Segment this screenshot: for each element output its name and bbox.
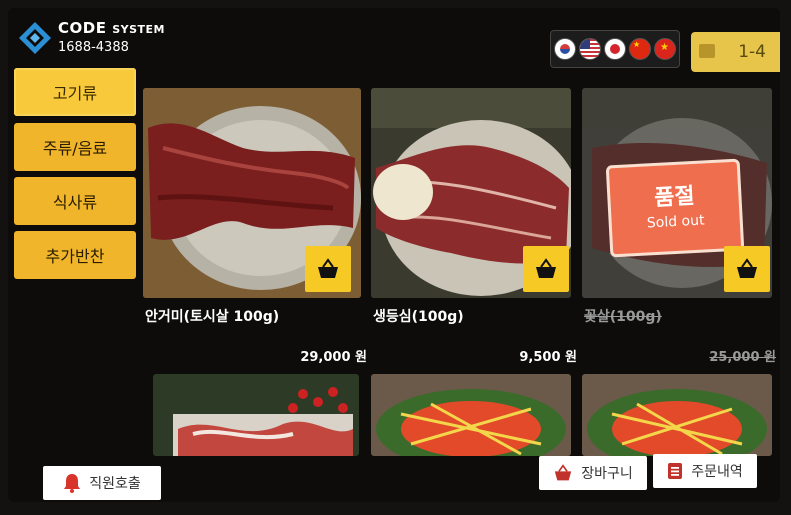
menu-card[interactable] — [371, 374, 571, 456]
menu-photo — [153, 374, 359, 456]
menu-price: 25,000 원 — [709, 350, 776, 365]
brand: CODE SYSTEM 1688-4388 — [18, 20, 165, 56]
sold-out-badge-ko: 품절 — [653, 183, 696, 212]
brand-title: CODE SYSTEM — [58, 20, 165, 38]
order-history-label: 주문내역 — [691, 464, 743, 480]
bell-icon — [64, 474, 81, 493]
brand-title-sub: SYSTEM — [112, 23, 165, 36]
cart-label: 장바구니 — [581, 466, 633, 482]
receipt-icon — [668, 463, 683, 479]
brand-phone: 1688-4388 — [58, 40, 129, 55]
basket-icon — [555, 464, 572, 481]
basket-icon — [536, 258, 556, 278]
sold-out-badge-en: Sold out — [646, 212, 705, 232]
category-label: 고기류 — [52, 84, 98, 103]
menu-name: 안거미(토시살 100g) — [145, 309, 280, 325]
category-label: 식사류 — [52, 193, 98, 212]
japan-flag-icon[interactable] — [604, 38, 626, 60]
korean-flag-icon[interactable] — [554, 38, 576, 60]
call-staff-button[interactable]: 직원호출 — [43, 466, 161, 500]
category-label: 주류/음료 — [42, 139, 108, 158]
vietnam-flag-icon[interactable]: ★ — [654, 38, 676, 60]
menu-name: 생등심(100g) — [373, 309, 464, 325]
menu-photo — [582, 374, 772, 456]
menu-card-sold-out[interactable]: 품절 Sold out 꽃살(100g) 25,000 원 — [582, 88, 776, 370]
china-flag-icon[interactable]: ★ — [629, 38, 651, 60]
usa-flag-icon[interactable] — [579, 38, 601, 60]
add-to-cart-basket-button[interactable] — [305, 246, 351, 292]
add-to-cart-basket-button[interactable] — [523, 246, 569, 292]
sold-out-badge: 품절 Sold out — [605, 158, 745, 258]
menu-photo — [371, 374, 571, 456]
add-to-cart-basket-button[interactable] — [724, 246, 770, 292]
menu-price: 9,500 원 — [519, 350, 577, 365]
menu-card[interactable] — [153, 374, 359, 456]
page-icon — [699, 44, 715, 58]
call-staff-label: 직원호출 — [89, 476, 141, 492]
cart-button[interactable]: 장바구니 — [539, 456, 647, 490]
category-side-dishes[interactable]: 추가반찬 — [14, 231, 136, 279]
menu-name: 꽃살(100g) — [584, 309, 662, 325]
page-indicator-tab[interactable]: 1-4 — [691, 32, 780, 72]
order-history-button[interactable]: 주문내역 — [653, 454, 757, 488]
menu-card[interactable]: 안거미(토시살 100g) 29,000 원 — [143, 88, 367, 370]
category-meat[interactable]: 고기류 — [14, 68, 136, 116]
menu-card[interactable] — [582, 374, 772, 456]
code-system-logo-icon — [19, 22, 51, 54]
category-meals[interactable]: 식사류 — [14, 177, 136, 225]
brand-title-main: CODE — [58, 19, 107, 37]
menu-card[interactable]: 생등심(100g) 9,500 원 — [371, 88, 577, 370]
category-label: 추가반찬 — [45, 247, 105, 266]
menu-price: 29,000 원 — [300, 350, 367, 365]
language-selector: ★ ★ — [550, 30, 680, 68]
kiosk-screen: CODE SYSTEM 1688-4388 ★ ★ 1-4 고기류 주류/음료 … — [8, 8, 780, 502]
basket-icon — [318, 258, 338, 278]
page-indicator-label: 1-4 — [738, 42, 766, 62]
basket-icon — [737, 258, 757, 278]
category-drinks[interactable]: 주류/음료 — [14, 123, 136, 171]
